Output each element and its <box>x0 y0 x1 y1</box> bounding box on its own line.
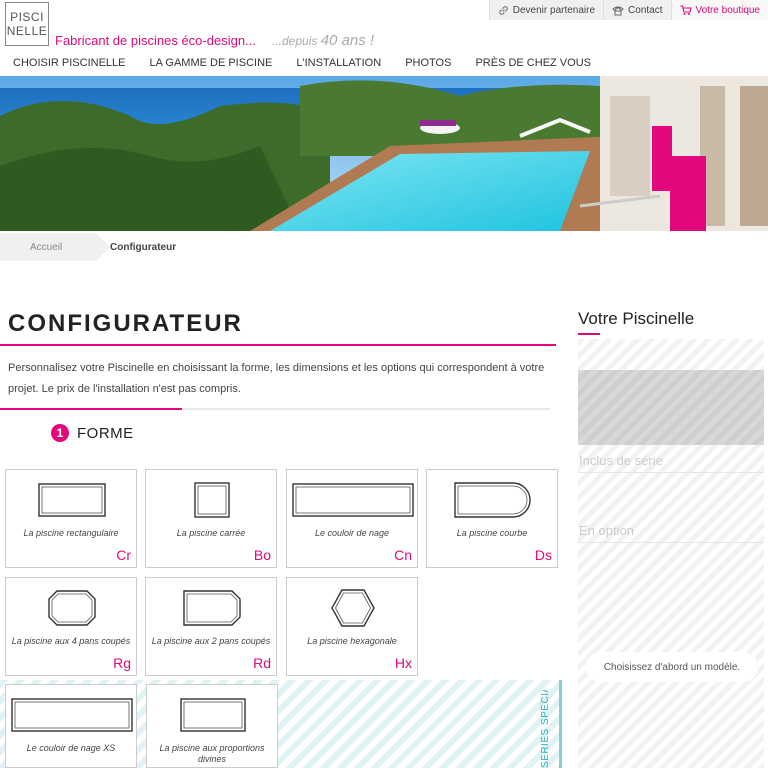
shape-card-name: Le couloir de nage <box>314 528 390 538</box>
nav-item-choisir[interactable]: CHOISIR PISCINELLE <box>0 54 137 74</box>
logo-line-1: PISCI <box>10 10 44 24</box>
special-series-label: SÉRIES SPÉCIALES <box>540 690 551 768</box>
shape-card-proportions-divines[interactable]: La piscine aux proportions divines <box>146 684 278 768</box>
shape-card-courbe[interactable]: La piscine courbe Ds <box>426 469 558 568</box>
nav-item-gamme[interactable]: LA GAMME DE PISCINE <box>137 54 284 74</box>
shape-card-2-pans-coupes[interactable]: La piscine aux 2 pans coupés Rd <box>145 577 277 676</box>
intro-text: Personnalisez votre Piscinelle en choisi… <box>8 362 545 395</box>
logo-line-2: NELLE <box>6 24 48 38</box>
shape-card-name: La piscine hexagonale <box>307 636 397 646</box>
shape-card-code: Cr <box>116 547 131 563</box>
page-title: CONFIGURATEUR <box>8 310 243 337</box>
hexagon-pool-icon <box>331 589 375 627</box>
progress-fill <box>0 408 182 410</box>
shape-card-couloir-nage[interactable]: Le couloir de nage Cn <box>286 469 418 568</box>
nav-item-photos[interactable]: PHOTOS <box>393 54 463 74</box>
two-cut-pool-icon <box>183 590 241 626</box>
since-value: 40 ans ! <box>320 32 375 49</box>
rectangle-pool-icon <box>38 483 106 517</box>
shape-card-code: Hx <box>394 655 412 671</box>
shape-card-name: Le couloir de nage XS <box>26 743 116 753</box>
configurator-progress <box>0 408 550 410</box>
logo[interactable]: PISCI NELLE <box>5 2 49 46</box>
golden-pool-icon <box>180 698 246 732</box>
top-utility-bar: Devenir partenaire Contact Votre boutiqu… <box>488 0 768 20</box>
sidebar-model-placeholder <box>578 370 764 445</box>
sidebar-divider <box>578 472 764 473</box>
topbar-partner-link[interactable]: Devenir partenaire <box>488 0 603 20</box>
octagon-pool-icon <box>48 590 96 626</box>
curved-pool-icon <box>454 482 531 518</box>
lap-pool-xs-icon <box>11 698 133 732</box>
sidebar-title-underline <box>578 333 600 335</box>
shape-card-code: Ds <box>534 547 552 563</box>
breadcrumb-home[interactable]: Accueil <box>0 233 110 261</box>
shape-card-couloir-xs[interactable]: Le couloir de nage XS <box>5 684 137 768</box>
topbar-contact-link[interactable]: Contact <box>603 0 670 20</box>
step-number-badge: 1 <box>51 424 69 442</box>
shape-card-rectangulaire[interactable]: La piscine rectangulaire Cr <box>5 469 137 568</box>
shape-card-code: Cn <box>394 547 412 563</box>
main-nav: CHOISIR PISCINELLE LA GAMME DE PISCINE L… <box>0 54 768 74</box>
site-header: PISCI NELLE Fabricant de piscines éco-de… <box>0 0 768 52</box>
topbar-contact-label: Contact <box>628 4 663 16</box>
cart-icon <box>680 4 692 15</box>
topbar-shop-link[interactable]: Votre boutique <box>670 0 768 20</box>
phone-icon <box>612 6 624 15</box>
shape-card-name: La piscine aux proportions divines <box>159 743 265 764</box>
shape-card-name: La piscine rectangulaire <box>23 528 119 538</box>
lap-pool-icon <box>292 483 414 517</box>
nav-item-pres-de-chez-vous[interactable]: PRÈS DE CHEZ VOUS <box>463 54 603 74</box>
shape-card-carree[interactable]: La piscine carrée Bo <box>145 469 277 568</box>
square-pool-icon <box>194 482 230 518</box>
link-icon <box>499 5 508 15</box>
topbar-partner-label: Devenir partenaire <box>512 4 596 16</box>
sidebar-choose-model-hint: Choisissez d'abord un modèle. <box>586 652 758 682</box>
breadcrumb: Accueil Configurateur <box>0 233 768 261</box>
tagline: Fabricant de piscines éco-design... <box>55 33 256 48</box>
step-header: 1 FORME <box>51 424 134 442</box>
topbar-shop-label: Votre boutique <box>695 4 761 16</box>
since-prefix: ...depuis <box>272 34 318 48</box>
sidebar-options-heading: En option <box>579 523 634 538</box>
shape-card-4-pans-coupes[interactable]: La piscine aux 4 pans coupés Rg <box>5 577 137 676</box>
nav-item-installation[interactable]: L'INSTALLATION <box>284 54 393 74</box>
shape-card-hexagonale[interactable]: La piscine hexagonale Hx <box>286 577 418 676</box>
shape-card-code: Bo <box>253 547 271 563</box>
shape-card-name: La piscine aux 2 pans coupés <box>151 636 271 646</box>
shape-card-name: La piscine carrée <box>176 528 246 538</box>
title-underline <box>0 344 556 346</box>
sidebar-title: Votre Piscinelle <box>578 309 695 328</box>
hero-pool-photo <box>0 76 768 231</box>
shape-card-name: La piscine courbe <box>456 528 528 538</box>
sidebar-divider <box>578 542 764 543</box>
shape-card-name: La piscine aux 4 pans coupés <box>11 636 131 646</box>
sidebar-included-heading: Inclus de série <box>579 453 663 468</box>
since-text: ...depuis 40 ans ! <box>272 32 374 49</box>
shape-card-code: Rd <box>253 655 271 671</box>
shape-card-code: Rg <box>113 655 131 671</box>
step-label: FORME <box>77 424 134 442</box>
